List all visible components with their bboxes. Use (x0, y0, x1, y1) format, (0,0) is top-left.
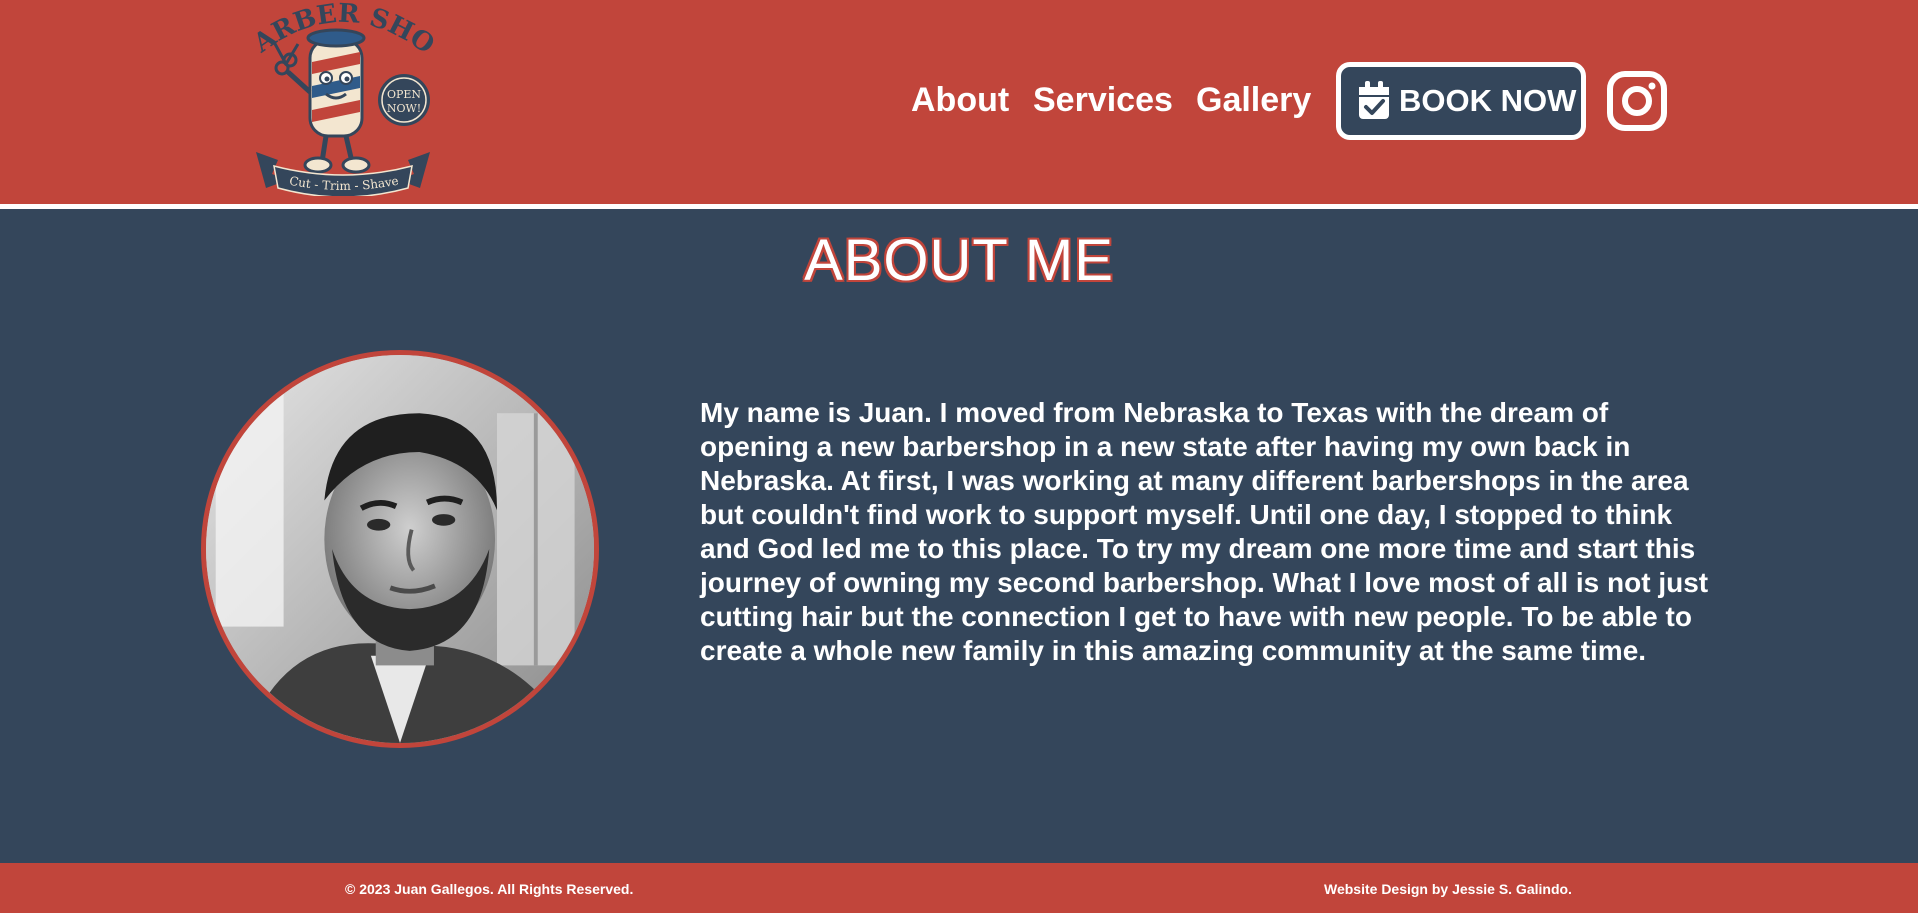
book-now-button[interactable]: BOOK NOW (1336, 62, 1586, 140)
instagram-icon (1607, 71, 1667, 131)
owner-photo (206, 355, 594, 743)
header-divider (0, 204, 1918, 209)
nav-link-gallery[interactable]: Gallery (1196, 80, 1311, 120)
owner-portrait (201, 350, 599, 748)
barber-mascot-logo-image: BARBER SHOP OPEN (248, 2, 438, 196)
site-header: BARBER SHOP OPEN (0, 0, 1918, 204)
calendar-check-icon (1359, 81, 1389, 119)
copyright-text: © 2023 Juan Gallegos. All Rights Reserve… (345, 881, 634, 897)
svg-text:NOW!: NOW! (387, 102, 421, 115)
svg-text:OPEN: OPEN (387, 88, 421, 101)
owner-bio: My name is Juan. I moved from Nebraska t… (700, 397, 1709, 666)
book-now-label: BOOK NOW (1399, 83, 1577, 118)
barber-shop-logo[interactable]: BARBER SHOP OPEN (248, 2, 438, 196)
design-credit-text: Website Design by Jessie S. Galindo. (1324, 881, 1572, 897)
nav-link-services[interactable]: Services (1033, 80, 1173, 120)
nav-link-about[interactable]: About (911, 80, 1009, 120)
page-title-text: ABOUT ME (804, 228, 1114, 293)
page-title: ABOUT ME (0, 226, 1918, 296)
site-footer: © 2023 Juan Gallegos. All Rights Reserve… (0, 863, 1918, 913)
instagram-link[interactable] (1606, 70, 1668, 132)
